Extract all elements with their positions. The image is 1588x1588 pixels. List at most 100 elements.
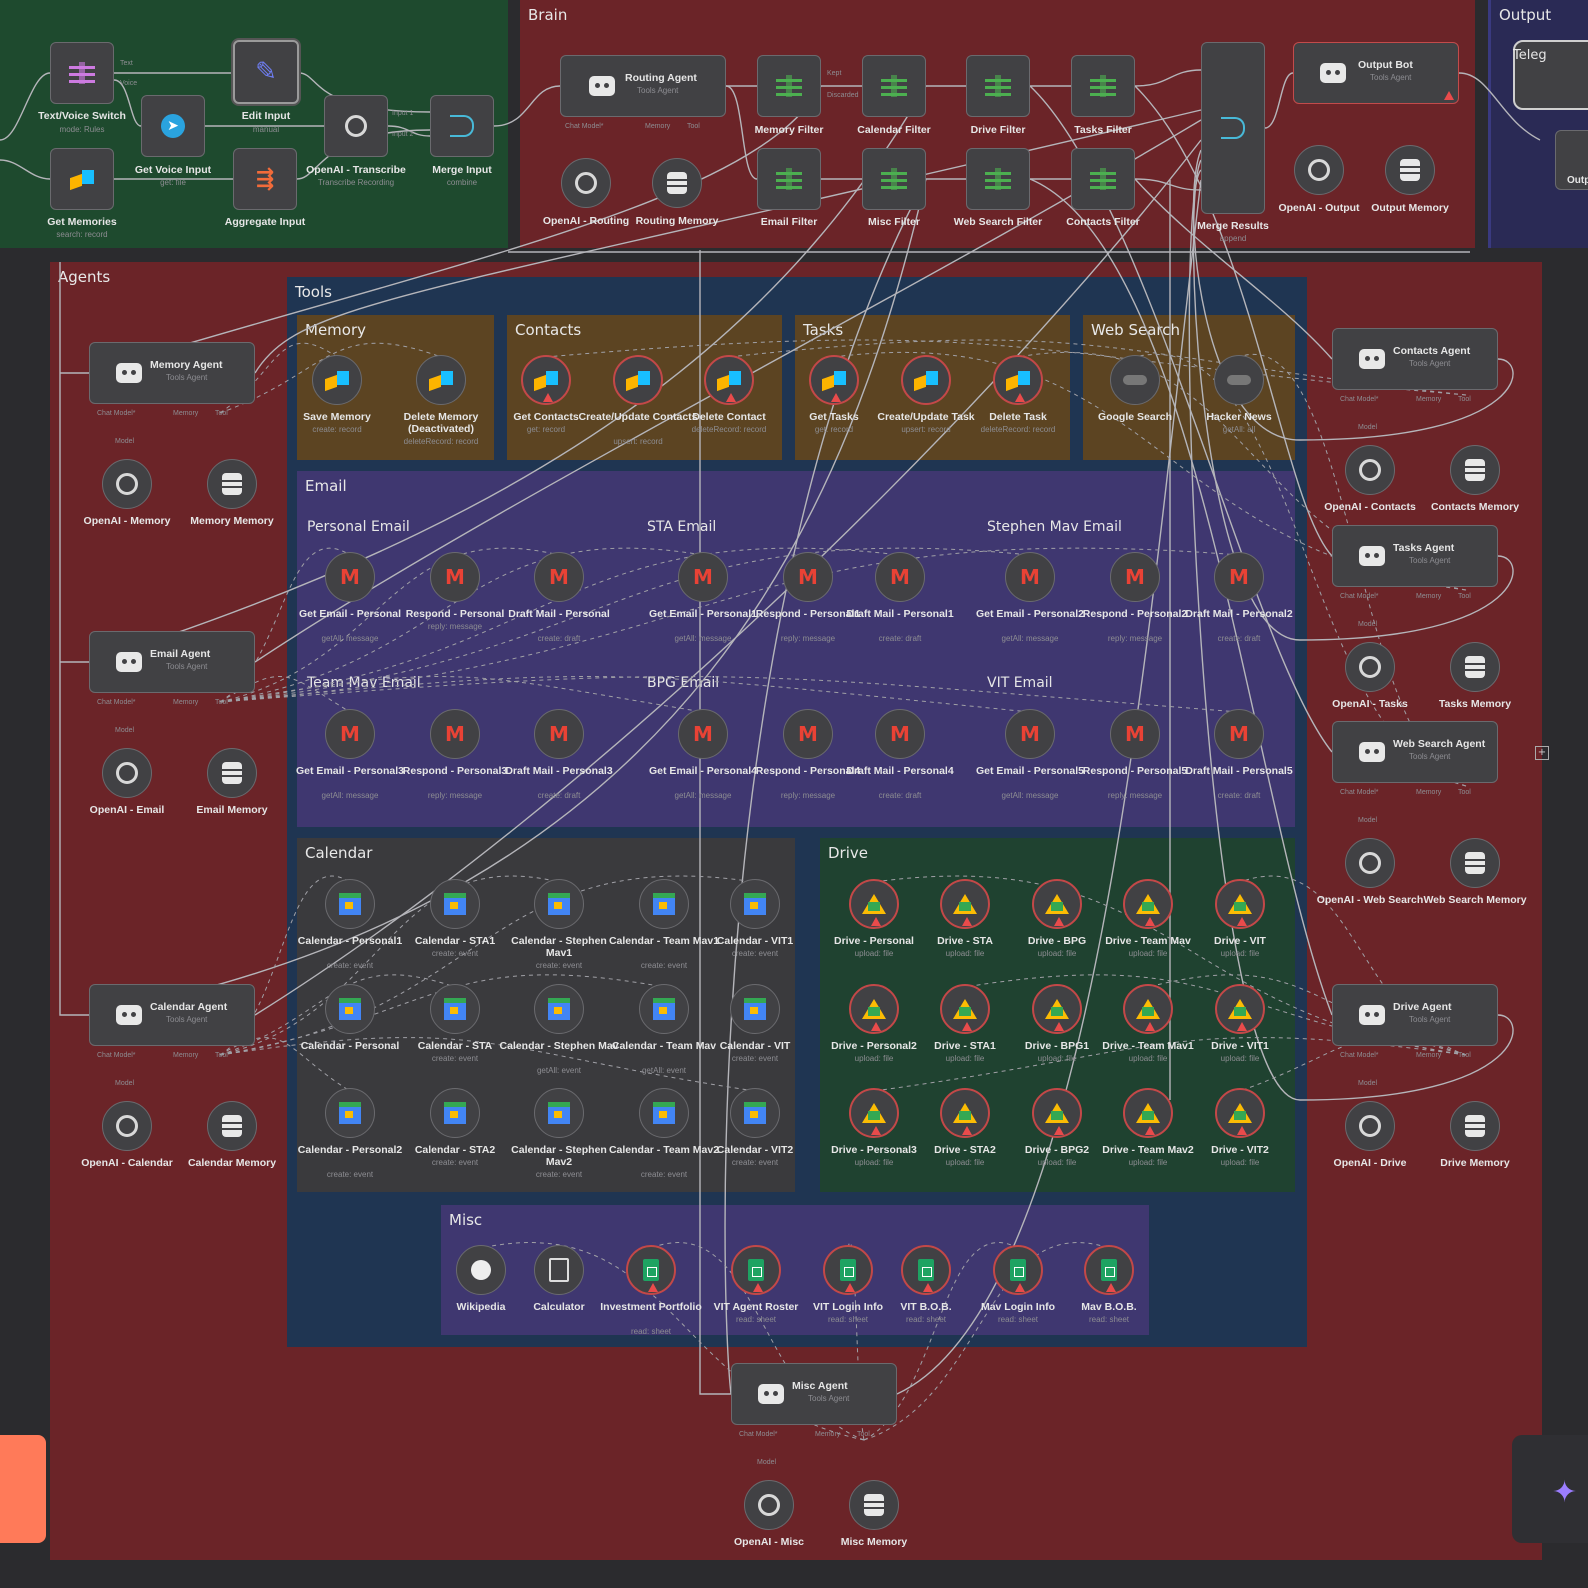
sta-email-tool-2-node[interactable]: M [875,552,925,602]
drive-r3-tool-2-node[interactable] [1032,1088,1082,1138]
contacts-tool-2-node[interactable] [704,355,754,405]
stephen-email-tool-1-node[interactable]: M [1110,552,1160,602]
tasks-tool-2-node[interactable] [993,355,1043,405]
output-memory-node[interactable] [1385,145,1435,195]
calendar-r1-tool-1-node[interactable] [430,879,480,929]
web-search-agent-openai-node[interactable] [1345,838,1395,888]
routing-memory-node[interactable] [652,158,702,208]
calendar-r2-tool-0-node[interactable] [325,984,375,1034]
misc-tool-0-node[interactable] [456,1245,506,1295]
drive-agent-node[interactable]: Drive Agent Tools Agent [1332,984,1498,1046]
team-email-tool-2-node[interactable]: M [534,709,584,759]
web-search-agent-memory-node[interactable] [1450,838,1500,888]
contacts-filter-node[interactable] [1071,148,1135,210]
calendar-r3-tool-1-node[interactable] [430,1088,480,1138]
openai-output-node[interactable] [1294,145,1344,195]
calendar-r1-tool-2-node[interactable] [534,879,584,929]
stephen-email-tool-0-node[interactable]: M [1005,552,1055,602]
get-memories-node[interactable] [50,148,114,210]
drive-r1-tool-4-node[interactable] [1215,879,1265,929]
tasks-agent-openai-node[interactable] [1345,642,1395,692]
drive-r2-tool-2-node[interactable] [1032,984,1082,1034]
email-filter-node[interactable] [757,148,821,210]
contacts-agent-memory-node[interactable] [1450,445,1500,495]
misc-tool-1-node[interactable] [534,1245,584,1295]
tasks-agent-memory-node[interactable] [1450,642,1500,692]
tasks-tool-1-node[interactable] [901,355,951,405]
team-email-tool-1-node[interactable]: M [430,709,480,759]
edit-input-node[interactable]: ✎ [233,40,299,104]
misc-agent-node[interactable]: Misc Agent Tools Agent [731,1363,897,1425]
calendar-agent-node[interactable]: Calendar Agent Tools Agent [89,984,255,1046]
drive-filter-node[interactable] [966,55,1030,117]
calendar-filter-node[interactable] [862,55,926,117]
calendar-r1-tool-3-node[interactable] [639,879,689,929]
drive-agent-memory-node[interactable] [1450,1101,1500,1151]
contacts-tool-0-node[interactable] [521,355,571,405]
calendar-r1-tool-4-node[interactable] [730,879,780,929]
save-delete-memory-1-node[interactable] [416,355,466,405]
vit-email-tool-1-node[interactable]: M [1110,709,1160,759]
calendar-agent-openai-node[interactable] [102,1101,152,1151]
memory-agent-openai-node[interactable] [102,459,152,509]
email-agent-memory-node[interactable] [207,748,257,798]
vit-email-tool-2-node[interactable]: M [1214,709,1264,759]
drive-r3-tool-0-node[interactable] [849,1088,899,1138]
misc-agent-openai-node[interactable] [744,1480,794,1530]
calendar-r1-tool-0-node[interactable] [325,879,375,929]
output-bot-node[interactable]: Output Bot Tools Agent [1293,42,1459,104]
vit-email-tool-0-node[interactable]: M [1005,709,1055,759]
bpg-email-tool-1-node[interactable]: M [783,709,833,759]
tasks-agent-node[interactable]: Tasks Agent Tools Agent [1332,525,1498,587]
personal-email-tool-2-node[interactable]: M [534,552,584,602]
drive-r1-tool-3-node[interactable] [1123,879,1173,929]
calendar-r3-tool-0-node[interactable] [325,1088,375,1138]
calendar-r3-tool-2-node[interactable] [534,1088,584,1138]
personal-email-tool-0-node[interactable]: M [325,552,375,602]
misc-tool-2-node[interactable] [626,1245,676,1295]
calendar-r3-tool-3-node[interactable] [639,1088,689,1138]
routing-agent-node[interactable]: Routing Agent Tools Agent [560,55,726,117]
calendar-r3-tool-4-node[interactable] [730,1088,780,1138]
misc-tool-6-node[interactable] [993,1245,1043,1295]
openai-routing-node[interactable] [561,158,611,208]
workflow-canvas[interactable]: Brain Output Teleg Outp Agents Tools Mem… [0,0,1588,1588]
memory-filter-node[interactable] [757,55,821,117]
web-search-filter-node[interactable] [966,148,1030,210]
drive-r2-tool-0-node[interactable] [849,984,899,1034]
save-delete-memory-0-node[interactable] [312,355,362,405]
misc-filter-node[interactable] [862,148,926,210]
contacts-agent-node[interactable]: Contacts Agent Tools Agent [1332,328,1498,390]
memory-agent-node[interactable]: Memory Agent Tools Agent [89,342,255,404]
telegram-output-node[interactable]: Teleg [1513,40,1588,110]
tasks-filter-node[interactable] [1071,55,1135,117]
drive-r3-tool-3-node[interactable] [1123,1088,1173,1138]
aggregate-input-node[interactable]: ⇶ [233,148,297,210]
personal-email-tool-1-node[interactable]: M [430,552,480,602]
openai-transcribe-node[interactable] [324,95,388,157]
contacts-agent-openai-node[interactable] [1345,445,1395,495]
memory-agent-memory-node[interactable] [207,459,257,509]
email-agent-node[interactable]: Email Agent Tools Agent [89,631,255,693]
drive-r3-tool-4-node[interactable] [1215,1088,1265,1138]
drive-r2-tool-4-node[interactable] [1215,984,1265,1034]
stephen-email-tool-2-node[interactable]: M [1214,552,1264,602]
contacts-tool-1-node[interactable] [613,355,663,405]
calendar-r2-tool-1-node[interactable] [430,984,480,1034]
merge-results-node[interactable] [1201,42,1265,214]
ai-assistant-panel[interactable]: ✦ [1512,1435,1588,1543]
calendar-r2-tool-3-node[interactable] [639,984,689,1034]
drive-r2-tool-3-node[interactable] [1123,984,1173,1034]
drive-r1-tool-1-node[interactable] [940,879,990,929]
add-node-button[interactable]: + [1535,746,1549,760]
orange-sticky-edge[interactable] [0,1435,46,1543]
misc-agent-memory-node[interactable] [849,1480,899,1530]
calendar-r2-tool-2-node[interactable] [534,984,584,1034]
tasks-tool-0-node[interactable] [809,355,859,405]
get-voice-input-node[interactable]: ➤ [141,95,205,157]
web-tool-0-node[interactable] [1110,355,1160,405]
calendar-r2-tool-4-node[interactable] [730,984,780,1034]
sta-email-tool-1-node[interactable]: M [783,552,833,602]
bpg-email-tool-2-node[interactable]: M [875,709,925,759]
calendar-agent-memory-node[interactable] [207,1101,257,1151]
